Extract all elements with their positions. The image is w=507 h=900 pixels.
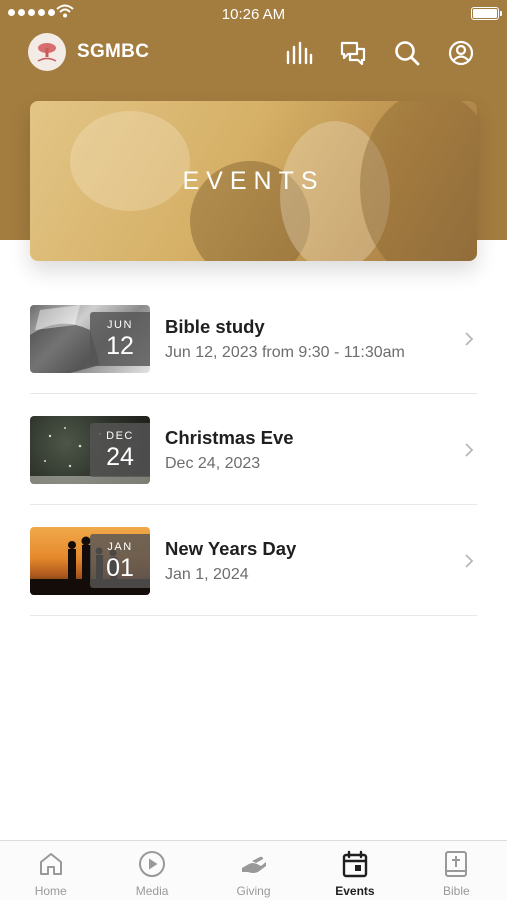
battery-icon	[471, 7, 502, 20]
church-logo[interactable]	[28, 33, 66, 71]
date-badge: JUN 12	[90, 312, 150, 366]
date-badge: DEC 24	[90, 423, 150, 477]
badge-day: 01	[106, 554, 134, 582]
event-date: Dec 24, 2023	[165, 455, 261, 472]
home-icon	[39, 853, 62, 875]
event-thumbnail: JUN 12	[30, 305, 150, 373]
app-name: SGMBC	[77, 41, 150, 62]
search-button[interactable]	[392, 38, 422, 68]
app-header: SGMBC	[0, 28, 507, 76]
date-badge: JAN 01	[90, 534, 150, 588]
event-thumbnail: DEC 24	[30, 416, 150, 484]
church-logo-icon	[37, 43, 57, 62]
tab-events[interactable]: Events	[304, 841, 405, 900]
event-row-new-years-day[interactable]: JAN 01 New Years Day Jan 1, 2024	[30, 505, 477, 616]
event-date: Jun 12, 2023 from 9:30 - 11:30am	[165, 344, 405, 361]
event-row-christmas-eve[interactable]: DEC 24 Christmas Eve Dec 24, 2023	[30, 394, 477, 505]
status-time: 10:26 AM	[221, 6, 286, 23]
chat-icon	[340, 41, 366, 66]
badge-day: 12	[106, 332, 134, 360]
search-icon	[395, 41, 420, 66]
tab-label: Bible	[442, 884, 470, 898]
tab-media[interactable]: Media	[101, 841, 202, 900]
events-list: JUN 12 Bible study Jun 12, 2023 from 9:3…	[30, 283, 477, 616]
badge-month: JAN	[107, 541, 133, 553]
calendar-icon	[342, 850, 368, 878]
hero-title: EVENTS	[182, 167, 325, 195]
event-date: Jan 1, 2024	[165, 566, 249, 583]
bottom-tab-bar: Home Media Giving Events Bible	[0, 840, 507, 900]
activity-button[interactable]	[284, 38, 314, 68]
account-icon	[448, 40, 474, 66]
tab-giving[interactable]: Giving	[203, 841, 304, 900]
bible-icon	[445, 851, 468, 877]
profile-button[interactable]	[446, 38, 476, 68]
events-hero-banner: EVENTS	[30, 101, 477, 261]
tab-home[interactable]: Home	[0, 841, 101, 900]
tab-bible[interactable]: Bible	[406, 841, 507, 900]
event-title: Christmas Eve	[165, 427, 294, 448]
status-bar: 10:26 AM	[0, 0, 507, 28]
tab-label: Giving	[236, 884, 271, 898]
chevron-right-icon	[465, 443, 474, 457]
event-title: New Years Day	[165, 538, 297, 559]
tab-label: Home	[34, 884, 67, 898]
messages-button[interactable]	[338, 38, 368, 68]
giving-hand-icon	[241, 856, 266, 873]
event-thumbnail: JAN 01	[30, 527, 150, 595]
hero-photo-shape	[70, 111, 190, 211]
event-title: Bible study	[165, 316, 265, 337]
tab-label: Media	[135, 884, 169, 898]
chevron-right-icon	[465, 554, 474, 568]
play-circle-icon	[139, 851, 166, 877]
bar-graph-icon	[286, 41, 313, 65]
badge-month: DEC	[106, 430, 134, 442]
event-row-bible-study[interactable]: JUN 12 Bible study Jun 12, 2023 from 9:3…	[30, 283, 477, 394]
badge-month: JUN	[107, 319, 133, 331]
chevron-right-icon	[465, 332, 474, 346]
tab-label: Events	[335, 884, 375, 898]
badge-day: 24	[106, 443, 134, 471]
